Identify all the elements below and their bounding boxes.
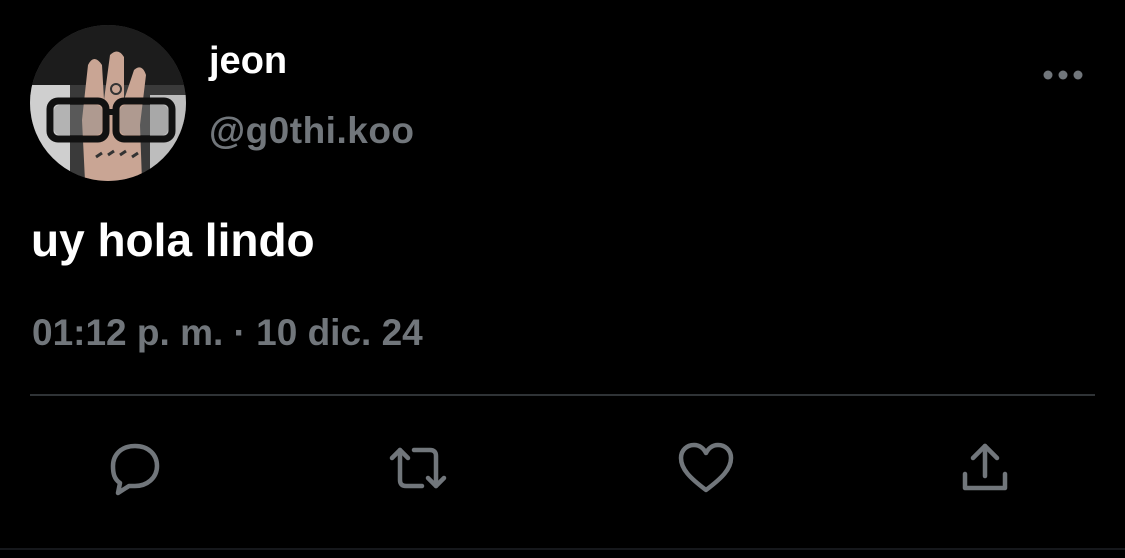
retweet-icon [389,447,447,489]
like-button[interactable] [674,436,738,500]
reply-button[interactable] [103,436,167,500]
share-button[interactable] [953,436,1017,500]
tweet-text: uy hola lindo [31,214,315,266]
retweet-button[interactable] [386,436,450,500]
more-options-button[interactable] [1036,60,1090,90]
display-name[interactable]: jeon [209,38,287,84]
avatar[interactable] [30,25,186,181]
user-handle[interactable]: @g0thi.koo [209,108,415,154]
avatar-image [30,25,186,181]
tweet-detail: jeon @g0thi.koo uy hola lindo 01:12 p. m… [0,0,1125,558]
reply-icon [110,443,160,496]
heart-icon [678,442,734,493]
bottom-divider [0,548,1125,550]
share-icon [962,443,1008,491]
tweet-timestamp[interactable]: 01:12 p. m. · 10 dic. 24 [32,310,423,356]
divider [30,394,1095,396]
more-horizontal-icon [1043,70,1083,80]
